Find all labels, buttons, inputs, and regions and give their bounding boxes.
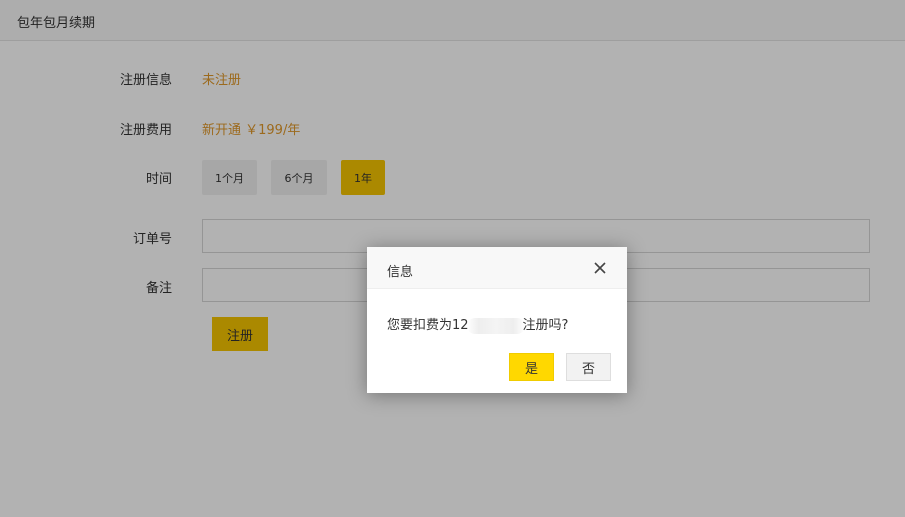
redacted-amount: [466, 317, 525, 334]
confirm-dialog: 信息 您要扣费为12 注册吗? 是 否: [367, 247, 627, 393]
page: 包年包月续期 注册信息 未注册 注册费用 新开通 ￥199/年 时间 1个月 6…: [0, 0, 905, 517]
dialog-message: 您要扣费为12 注册吗?: [387, 314, 568, 334]
close-icon[interactable]: [592, 260, 608, 276]
dialog-title: 信息: [387, 265, 414, 280]
dialog-message-prefix: 您要扣费为12: [387, 318, 469, 333]
dialog-header: 信息: [367, 247, 627, 289]
confirm-yes-button[interactable]: 是: [509, 353, 554, 381]
dialog-message-suffix: 注册吗?: [522, 318, 569, 333]
confirm-no-button[interactable]: 否: [566, 353, 611, 381]
